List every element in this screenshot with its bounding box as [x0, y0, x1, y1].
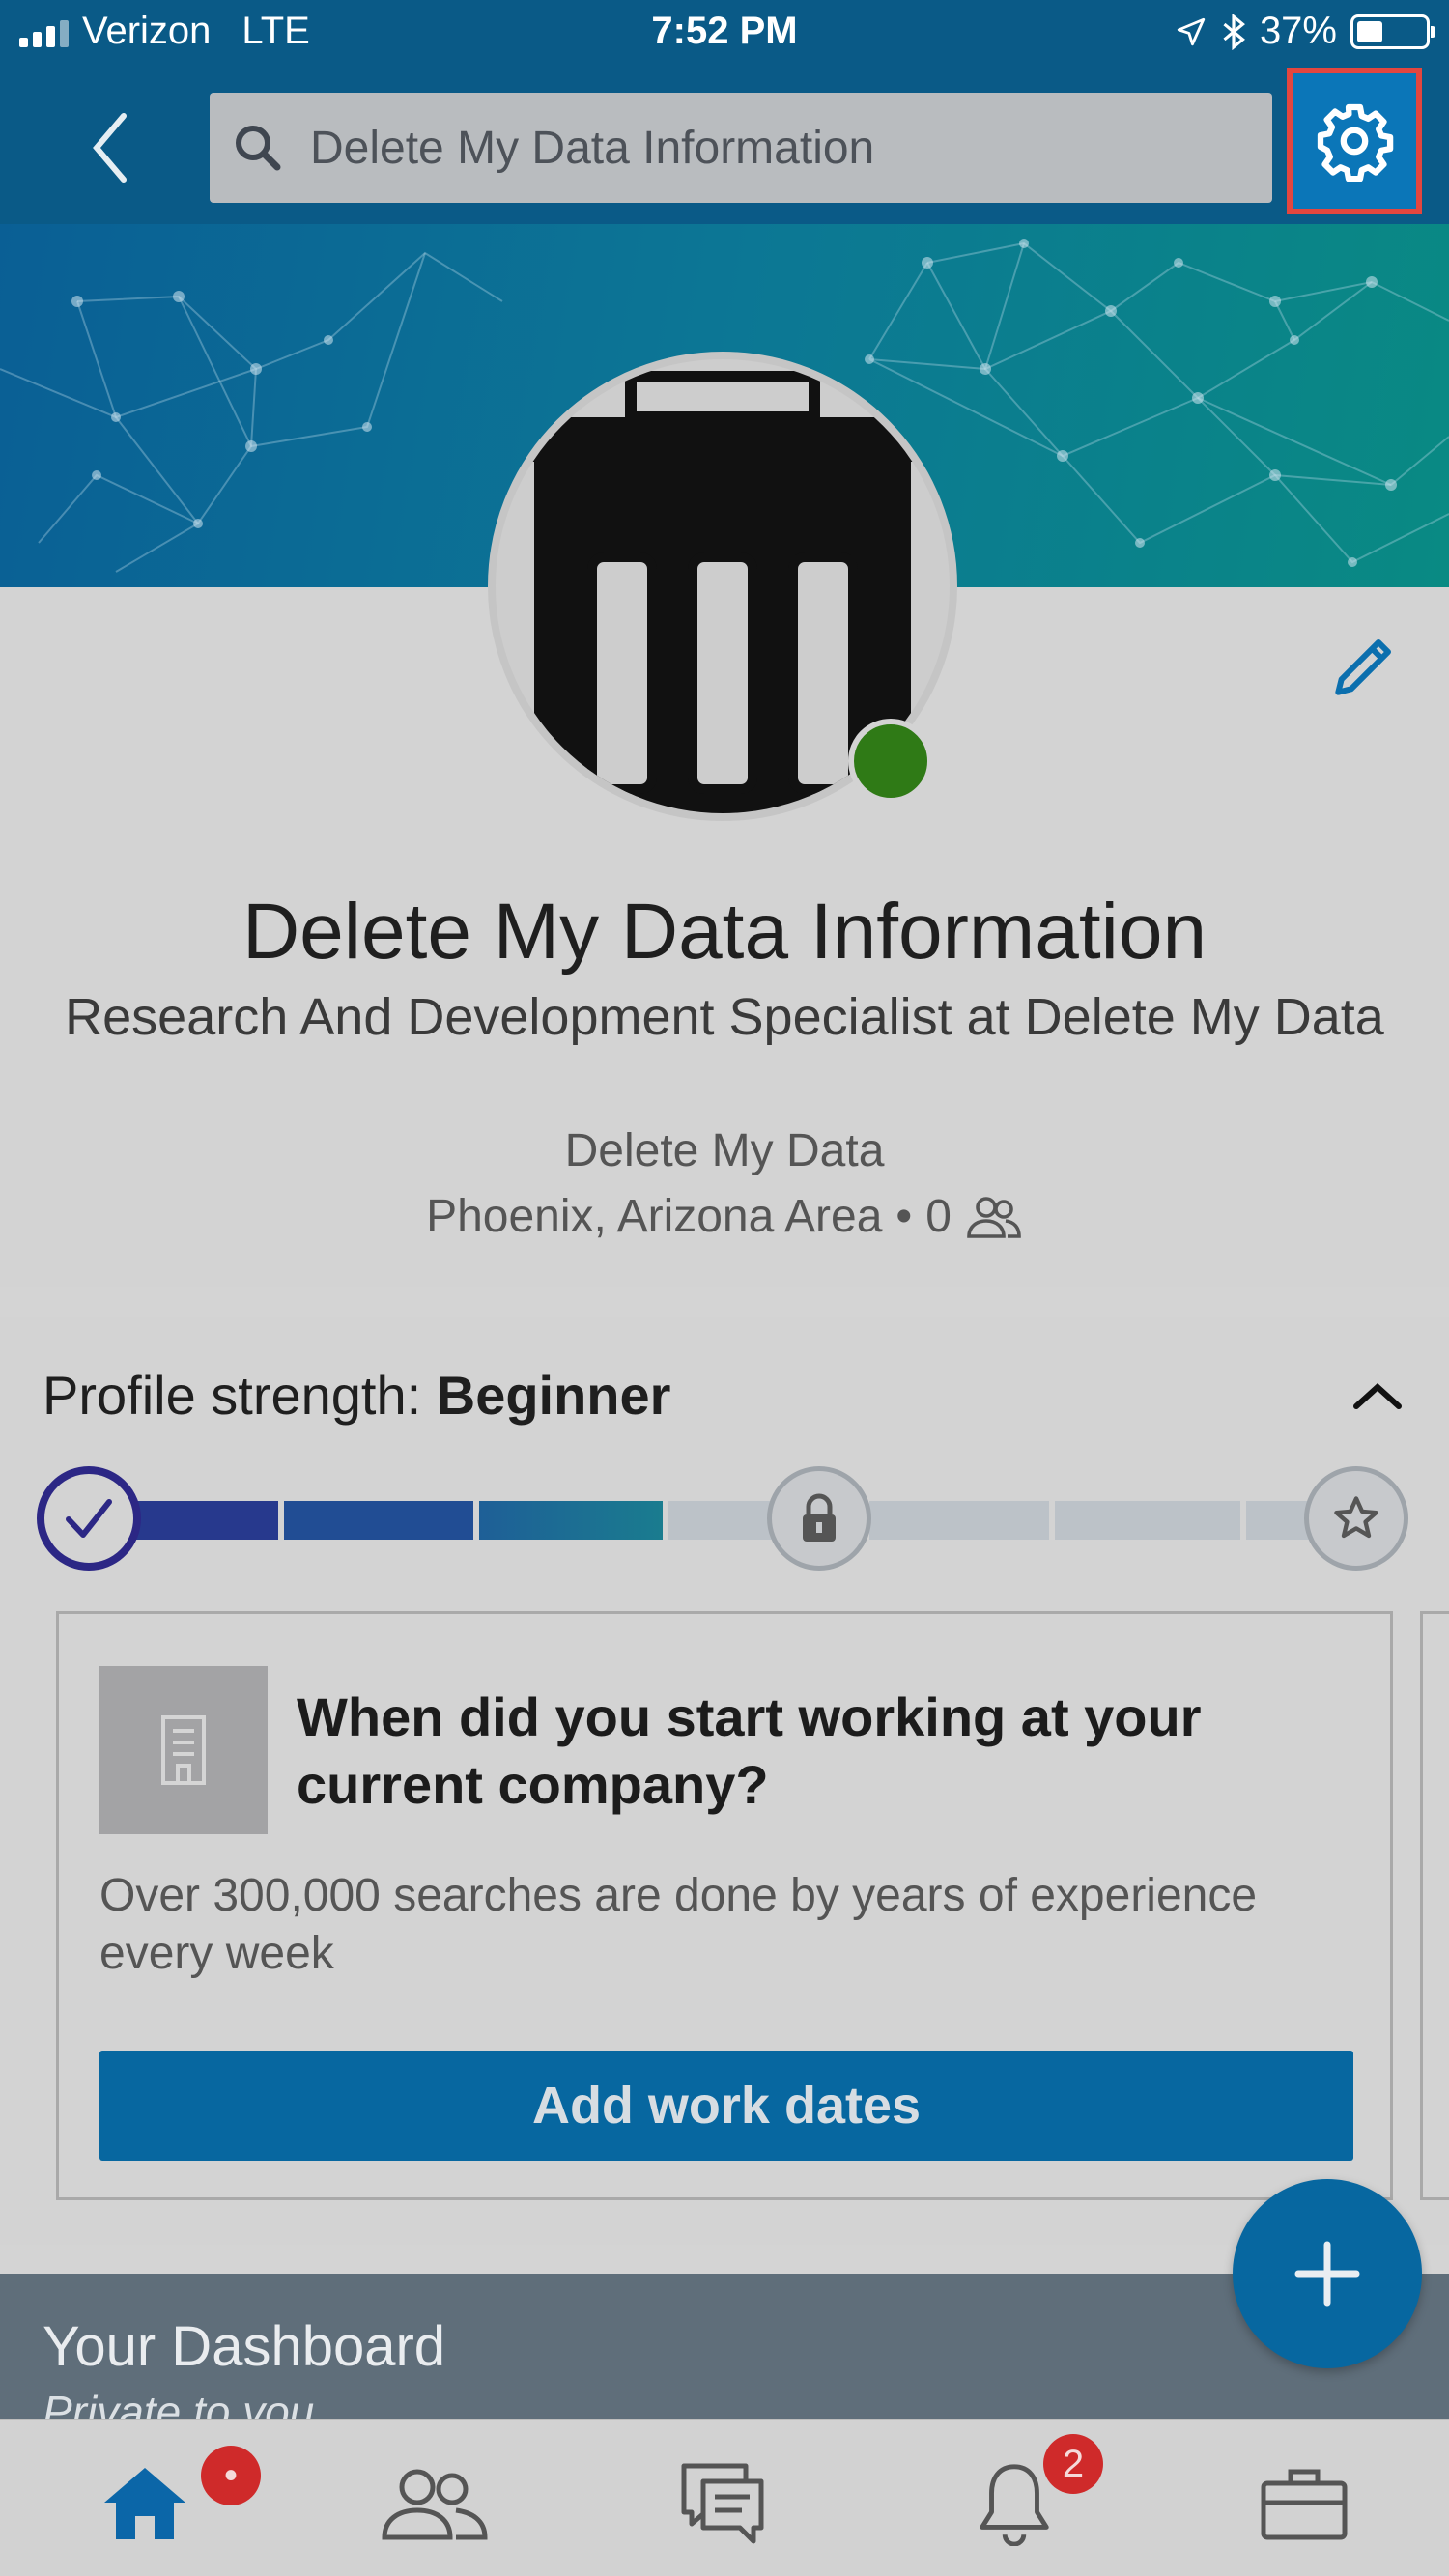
back-button[interactable] [77, 104, 145, 191]
profile-strength-label: Profile strength: [43, 1365, 437, 1426]
nav-jobs[interactable] [1227, 2440, 1381, 2565]
meter-node-all-star [1304, 1466, 1408, 1571]
briefcase-icon [1261, 2469, 1348, 2540]
search-bar[interactable] [210, 93, 1272, 203]
profile-name: Delete My Data Information [242, 888, 1208, 976]
meter-segment [1055, 1501, 1240, 1540]
gear-icon [1317, 103, 1394, 182]
company-placeholder [99, 1666, 268, 1834]
nav-my-network[interactable] [357, 2440, 512, 2565]
home-badge: • [201, 2446, 261, 2505]
status-right: 37% [1175, 10, 1435, 53]
next-suggestion-card[interactable] [1420, 1611, 1449, 2200]
meter-segment [479, 1501, 663, 1540]
profile-company: Delete My Data [564, 1125, 885, 1176]
nav-home[interactable]: • [68, 2440, 261, 2565]
location-arrow-icon [1177, 17, 1206, 45]
search-input[interactable] [308, 120, 1239, 176]
settings-button[interactable] [1287, 68, 1422, 214]
dashboard-title: Your Dashboard [43, 2315, 446, 2378]
dashboard-subtitle: Private to you [43, 2387, 315, 2419]
meter-node-beginner [37, 1466, 141, 1571]
battery-icon [1350, 14, 1435, 49]
meter-node-intermediate [767, 1466, 871, 1571]
suggestion-description: Over 300,000 searches are done by years … [99, 1870, 1258, 1979]
connections-icon[interactable] [965, 1193, 1023, 1241]
meter-segment [869, 1501, 1049, 1540]
checkmark-icon [66, 1499, 112, 1538]
search-icon [236, 126, 281, 171]
separator-dot: • [895, 1191, 913, 1242]
strength-meter [37, 1464, 1412, 1576]
status-bar: Verizon LTE 7:52 PM 37% [0, 0, 1449, 70]
profile-location-row: Phoenix, Arizona Area • 0 [0, 1190, 1449, 1243]
bottom-navigation: • 2 [0, 2419, 1449, 2576]
my-network-icon [382, 2469, 488, 2540]
lock-icon [803, 1493, 836, 1542]
dashboard-section[interactable]: Your Dashboard Private to you [0, 2274, 1449, 2419]
back-arrow-icon [93, 113, 127, 183]
chevron-up-icon [1353, 1382, 1402, 1409]
compose-button[interactable] [1233, 2179, 1422, 2368]
nav-notifications[interactable]: 2 [937, 2434, 1103, 2565]
edit-profile-button[interactable] [1325, 628, 1403, 705]
profile-strength-heading: Profile strength: Beginner [43, 1364, 670, 1427]
profile-location: Phoenix, Arizona Area [426, 1191, 883, 1242]
profile-strength-card: Profile strength: Beginner When did you … [0, 1317, 1449, 2245]
building-icon [161, 1715, 206, 1785]
suggestion-question: When did you start working at your curre… [297, 1686, 1202, 1815]
add-work-dates-button[interactable]: Add work dates [99, 2051, 1353, 2161]
collapse-strength-button[interactable] [1349, 1368, 1406, 1426]
meter-segment [284, 1501, 473, 1540]
connections-count[interactable]: 0 [925, 1190, 952, 1243]
plus-icon [1294, 2241, 1360, 2307]
top-bar: Verizon LTE 7:52 PM 37% [0, 0, 1449, 224]
bell-icon [980, 2464, 1049, 2546]
profile-headline: Research And Development Specialist at D… [65, 988, 1384, 1046]
messaging-icon [681, 2463, 764, 2544]
profile-strength-level: Beginner [436, 1365, 671, 1426]
star-icon [1334, 1496, 1378, 1539]
battery-label: 37% [1259, 10, 1337, 52]
online-status-dot [848, 719, 933, 804]
notifications-badge: 2 [1043, 2434, 1103, 2494]
pencil-icon [1335, 639, 1391, 695]
suggestion-card: When did you start working at your curre… [56, 1611, 1393, 2200]
battery-fill [1357, 20, 1382, 42]
home-icon [104, 2468, 185, 2539]
nav-messaging[interactable] [647, 2440, 802, 2565]
bluetooth-icon [1223, 13, 1245, 50]
